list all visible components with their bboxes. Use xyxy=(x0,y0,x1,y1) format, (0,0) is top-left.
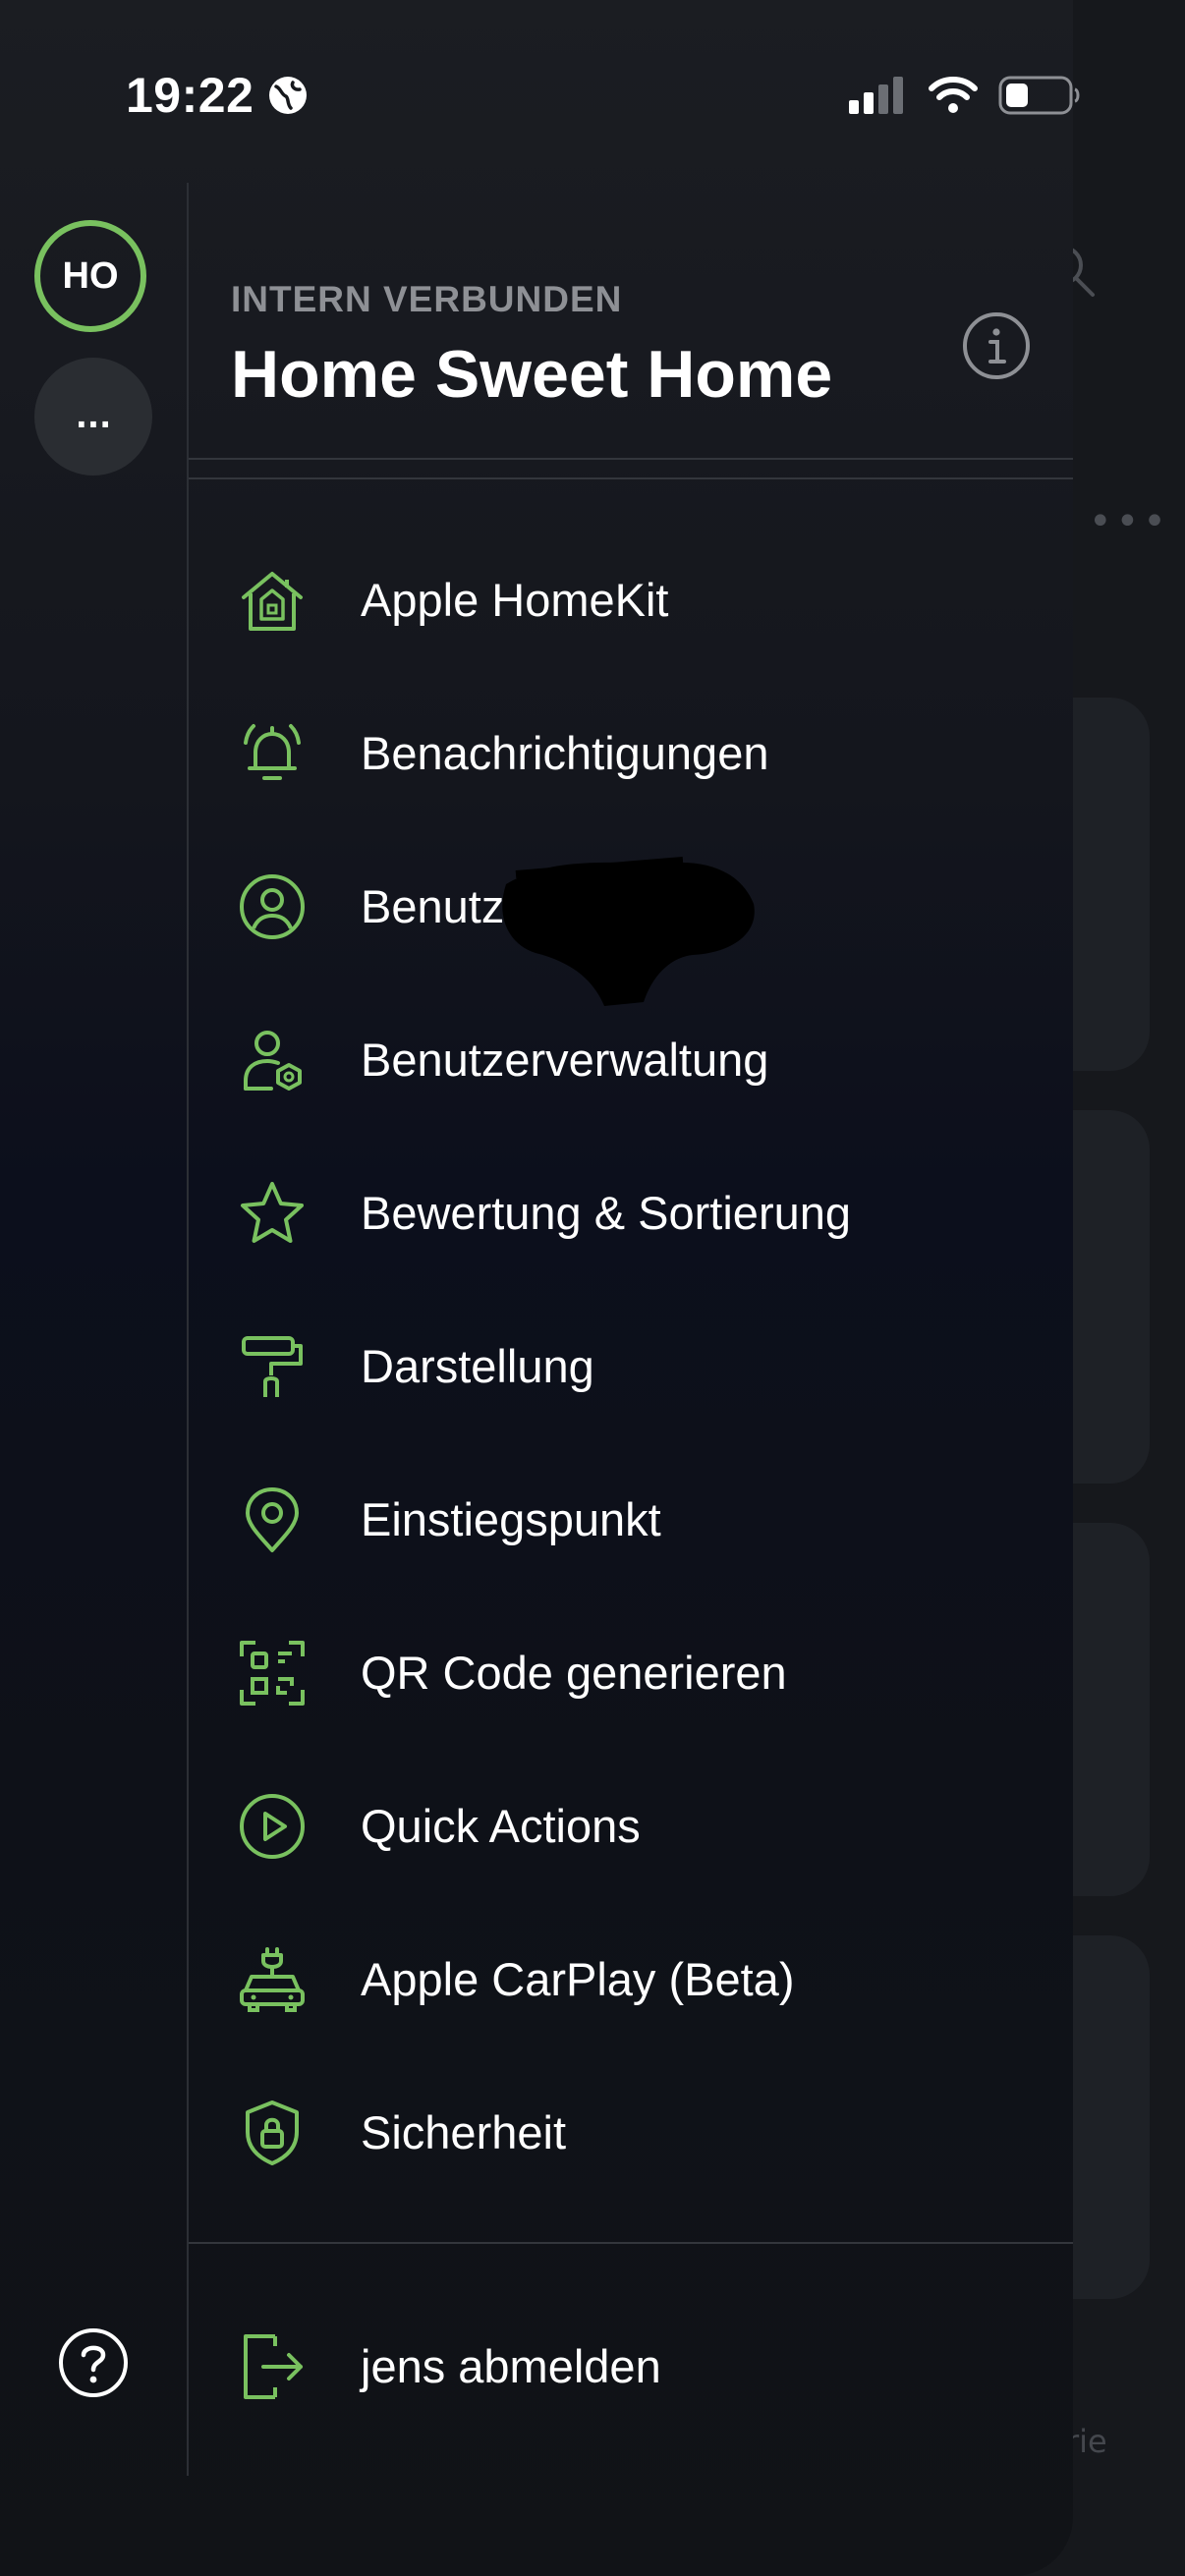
menu-item-quick-actions[interactable]: Quick Actions xyxy=(189,1763,1073,1890)
menu-item-label: Sicherheit xyxy=(361,2106,566,2158)
menu-item-sicherheit[interactable]: Sicherheit xyxy=(189,2069,1073,2197)
background-more-icon: ••• xyxy=(1089,499,1170,544)
menu-item-benutzerverwaltung[interactable]: Benutzerverwaltung xyxy=(189,996,1073,1124)
info-icon[interactable] xyxy=(961,310,1032,381)
menu-item-label: Einstiegspunkt xyxy=(361,1493,661,1545)
menu-item-label: QR Code generieren xyxy=(361,1647,787,1699)
menu-item-apple-homekit[interactable]: Apple HomeKit xyxy=(189,536,1073,664)
menu-item-benachrichtigungen[interactable]: Benachrichtigungen xyxy=(189,690,1073,817)
menu-item-einstiegspunkt[interactable]: Einstiegspunkt xyxy=(189,1456,1073,1584)
play-circle-icon xyxy=(240,1794,305,1859)
menu-item-label: Benachrichtigungen xyxy=(361,727,769,779)
header-divider xyxy=(189,458,1073,460)
menu-item-label: Benutzerverwaltung xyxy=(361,1034,769,1086)
side-drawer: HO ... INTERN VERBUNDEN Home Sweet Home xyxy=(0,0,1073,2576)
qr-scan-icon xyxy=(240,1641,305,1706)
menu-item-qr-code-generieren[interactable]: QR Code generieren xyxy=(189,1609,1073,1737)
avatar[interactable]: HO xyxy=(34,220,146,332)
menu-item-label: Benutz xyxy=(361,880,505,932)
cellular-signal-icon xyxy=(849,77,903,114)
header-divider xyxy=(189,477,1073,479)
menu-item-apple-carplay[interactable]: Apple CarPlay (Beta) xyxy=(189,1916,1073,2044)
car-plug-icon xyxy=(240,1947,305,2012)
home-icon xyxy=(242,572,303,631)
status-time: 19:22 xyxy=(126,68,254,123)
more-homes-button[interactable]: ... xyxy=(34,358,152,476)
battery-icon xyxy=(998,76,1080,115)
shield-lock-icon xyxy=(246,2100,299,2165)
menu-item-label: Apple CarPlay (Beta) xyxy=(361,1953,795,2005)
menu-item-label: Darstellung xyxy=(361,1340,594,1392)
wifi-icon xyxy=(929,77,978,113)
logout-label: jens abmelden xyxy=(361,2340,661,2392)
logout-icon xyxy=(244,2334,303,2399)
menu-item-label: Bewertung & Sortierung xyxy=(361,1187,852,1239)
help-icon[interactable] xyxy=(57,2326,130,2399)
menu-item-label: Apple HomeKit xyxy=(361,574,669,626)
menu-item-darstellung[interactable]: Darstellung xyxy=(189,1303,1073,1430)
logout-button[interactable]: jens abmelden xyxy=(189,2303,1073,2431)
footer-divider xyxy=(189,2242,1073,2244)
user-circle-icon xyxy=(240,874,305,939)
menu-item-label: Quick Actions xyxy=(361,1800,641,1852)
bell-icon xyxy=(244,724,301,780)
connection-status: INTERN VERBUNDEN xyxy=(231,279,623,319)
paint-roller-icon xyxy=(242,1336,303,1397)
location-pin-icon xyxy=(246,1487,299,1552)
app-root: ••• rie HO ... INTERN VERBUNDEN Home Swe… xyxy=(0,0,1185,2576)
star-icon xyxy=(241,1182,304,1243)
home-title: Home Sweet Home xyxy=(231,337,833,412)
redaction-scribble xyxy=(502,857,755,1006)
menu-item-bewertung-sortierung[interactable]: Bewertung & Sortierung xyxy=(189,1149,1073,1277)
globe-icon xyxy=(269,77,307,114)
user-settings-icon xyxy=(244,1031,302,1091)
